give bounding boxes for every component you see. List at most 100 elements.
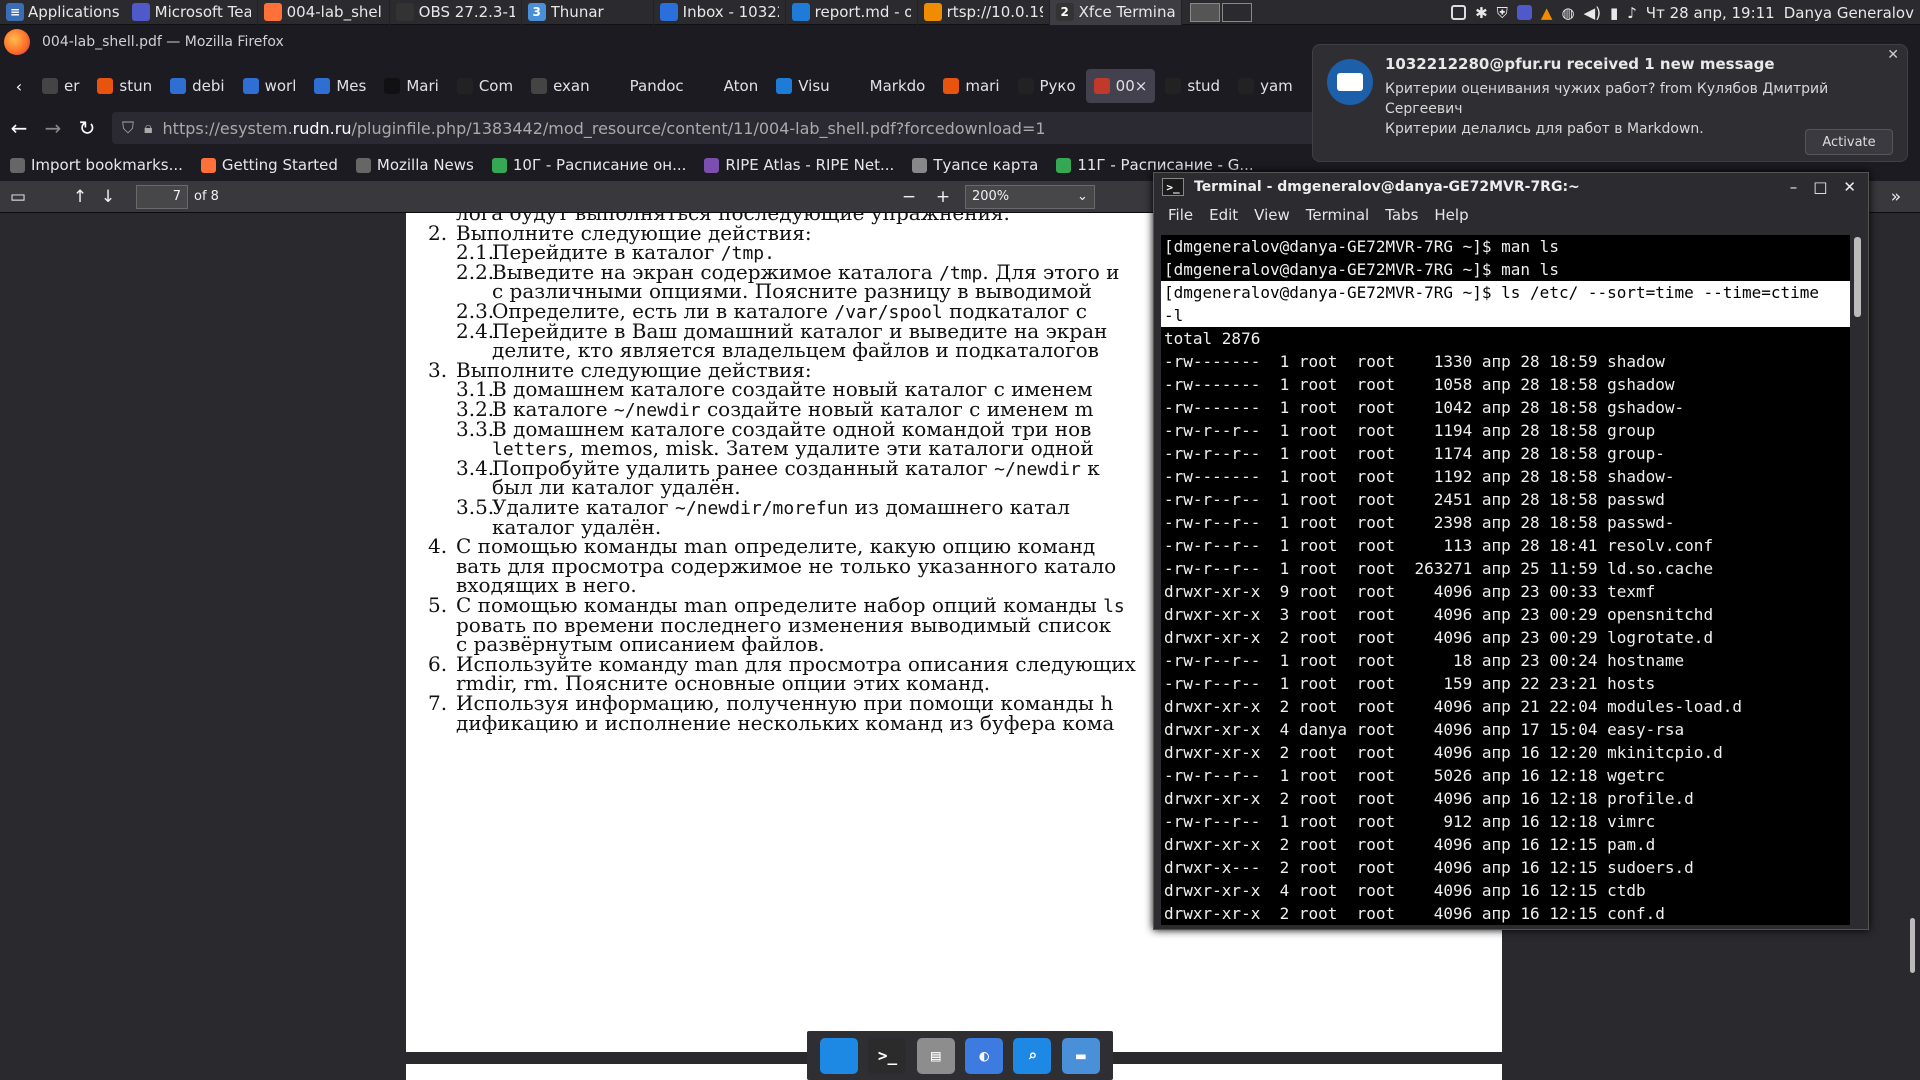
terminal-line: -rw-r--r-- 1 root root 1174 апр 28 18:58… xyxy=(1164,444,1665,463)
terminal-titlebar[interactable]: >_ Terminal - dmgeneralov@danya-GE72MVR-… xyxy=(1154,173,1868,201)
zoom-in-icon[interactable]: + xyxy=(929,183,957,211)
browser-tab[interactable]: Visu xyxy=(768,69,837,103)
minimize-icon[interactable]: – xyxy=(1790,178,1798,196)
applications-menu[interactable]: ≡ Applications xyxy=(0,0,126,25)
terminal-icon: >_ xyxy=(1162,178,1184,196)
browser-tab[interactable]: er xyxy=(34,69,87,103)
browser-tab[interactable]: stun xyxy=(89,69,160,103)
browser-tab[interactable]: stud xyxy=(1157,69,1228,103)
taskbar-item[interactable]: 2 Xfce Terminal xyxy=(1049,0,1182,25)
browser-tab[interactable]: Aton xyxy=(694,69,767,103)
volume-icon[interactable]: ◀) xyxy=(1584,4,1601,22)
bookmark-favicon-icon xyxy=(912,157,928,173)
terminal-scrollbar[interactable] xyxy=(1854,237,1861,317)
browser-tab[interactable]: exan xyxy=(523,69,598,103)
browser-tab[interactable]: Mes xyxy=(306,69,374,103)
page-number-input[interactable]: 7 xyxy=(136,184,188,209)
taskbar-item[interactable]: Microsoft Tea... xyxy=(126,0,258,25)
bluetooth-icon[interactable]: ✱ xyxy=(1475,4,1488,22)
browser-tab[interactable]: debi xyxy=(162,69,232,103)
next-page-icon[interactable]: ↓ xyxy=(94,183,122,211)
browser-tab[interactable]: Руко xyxy=(1010,69,1084,103)
bookmark-item[interactable]: Import bookmarks... xyxy=(10,156,183,174)
browser-tab[interactable]: worl xyxy=(235,69,305,103)
browser-tab[interactable]: yam xyxy=(1230,69,1301,103)
reload-button[interactable]: ↻ xyxy=(72,113,102,143)
workspace-1[interactable] xyxy=(1189,2,1220,22)
applications-label: Applications xyxy=(28,3,120,21)
shield-icon[interactable]: ⛨ xyxy=(1497,4,1508,22)
bookmark-label: Mozilla News xyxy=(376,156,474,174)
terminal-menu-item[interactable]: Help xyxy=(1434,206,1468,224)
search-icon[interactable]: ⌕ xyxy=(1013,1037,1052,1074)
browser-tab[interactable]: mari xyxy=(935,69,1007,103)
terminal-menu-item[interactable]: Tabs xyxy=(1385,206,1418,224)
browser-tab[interactable]: Com xyxy=(449,69,521,103)
notification-close-icon[interactable]: ✕ xyxy=(1887,47,1899,63)
tab-label: Aton xyxy=(723,77,759,95)
terminal-line: drwxr-x--- 2 root root 4096 апр 16 12:15… xyxy=(1164,858,1694,877)
terminal-menu-item[interactable]: Edit xyxy=(1209,206,1238,224)
close-icon[interactable]: ✕ xyxy=(1843,178,1856,196)
tab-favicon-icon xyxy=(776,78,793,94)
maximize-icon[interactable]: □ xyxy=(1813,178,1827,196)
terminal-output[interactable]: [dmgeneralov@danya-GE72MVR-7RG ~]$ man l… xyxy=(1161,235,1850,925)
mail-notification[interactable]: 1032212280@pfur.ru received 1 new messag… xyxy=(1312,44,1908,162)
bookmark-item[interactable]: Туапсе карта xyxy=(912,156,1038,174)
taskbar-item[interactable]: OBS 27.2.3-1 (... xyxy=(390,0,522,25)
bookmark-item[interactable]: Mozilla News xyxy=(355,156,474,174)
taskbar-item[interactable]: Inbox - 10322... xyxy=(654,0,786,25)
user-name[interactable]: Danya Generalov xyxy=(1784,4,1914,22)
browser-icon[interactable]: ◐ xyxy=(965,1037,1004,1074)
workspace-switcher[interactable] xyxy=(1189,2,1252,22)
taskbar-item[interactable]: rtsp://10.0.19... xyxy=(918,0,1050,25)
bookmark-item[interactable]: 10Г - Расписание он... xyxy=(491,156,686,174)
screen-icon[interactable] xyxy=(1451,5,1467,20)
browser-tab[interactable]: Pandoc xyxy=(600,69,692,103)
activate-button[interactable]: Activate xyxy=(1805,129,1893,155)
browser-tab[interactable]: 00× xyxy=(1085,69,1156,103)
lock-icon[interactable]: 🔒︎ xyxy=(144,118,153,138)
tab-label: stud xyxy=(1187,77,1221,95)
browser-tab[interactable]: Mari xyxy=(376,69,446,103)
tracking-shield-icon[interactable]: ⛉ xyxy=(122,118,134,138)
network-icon[interactable]: ◍ xyxy=(1561,4,1574,22)
url-bar[interactable]: ⛉ 🔒︎ https://esystem.rudn.ru/pluginfile.… xyxy=(112,112,1412,144)
terminal-menu-item[interactable]: File xyxy=(1168,206,1193,224)
teams-tray-icon[interactable] xyxy=(1516,5,1532,20)
taskbar-item[interactable]: report.md - o... xyxy=(786,0,918,25)
zoom-out-icon[interactable]: − xyxy=(895,183,923,211)
browser-tab[interactable]: Markdo xyxy=(840,69,934,103)
firefox-logo-icon xyxy=(4,29,30,55)
folder-icon[interactable]: ▬ xyxy=(1061,1037,1100,1074)
tab-label: exan xyxy=(553,77,590,95)
task-app-icon xyxy=(263,3,282,21)
tools-overflow-icon[interactable]: » xyxy=(1882,183,1910,211)
sidebar-toggle-icon[interactable]: ▭ xyxy=(4,183,32,211)
terminal-menu-item[interactable]: View xyxy=(1254,206,1290,224)
vlc-tray-icon[interactable]: ▲ xyxy=(1541,4,1553,22)
pdf-scrollbar[interactable] xyxy=(1910,918,1915,973)
tab-scroll-left-icon[interactable]: ‹ xyxy=(4,71,34,101)
battery-icon[interactable]: ▮ xyxy=(1610,4,1618,22)
bookmark-item[interactable]: Getting Started xyxy=(200,156,338,174)
terminal-line: drwxr-xr-x 2 root root 4096 апр 21 22:04… xyxy=(1164,697,1742,716)
zoom-value: 200% xyxy=(971,189,1010,204)
desktop-icon[interactable] xyxy=(820,1037,859,1074)
taskbar-item[interactable]: 3 Thunar xyxy=(522,0,654,25)
previous-page-icon[interactable]: ↑ xyxy=(66,183,94,211)
back-button[interactable]: ← xyxy=(4,113,34,143)
terminal-menu-item[interactable]: Terminal xyxy=(1306,206,1369,224)
forward-button[interactable]: → xyxy=(38,113,68,143)
tab-label: stun xyxy=(119,77,153,95)
window-title: 004-lab_shell.pdf — Mozilla Firefox xyxy=(42,34,284,50)
notification-bell-icon[interactable]: ♪ xyxy=(1627,4,1637,22)
bookmark-item[interactable]: RIPE Atlas - RIPE Net... xyxy=(704,156,894,174)
clock[interactable]: Чт 28 апр, 19:11 xyxy=(1646,4,1775,22)
terminal-icon[interactable]: >_ xyxy=(868,1037,907,1074)
zoom-select[interactable]: 200% ⌄ xyxy=(964,184,1095,209)
files-icon[interactable]: ▤ xyxy=(916,1037,955,1074)
workspace-2[interactable] xyxy=(1221,2,1252,22)
terminal-window[interactable]: >_ Terminal - dmgeneralov@danya-GE72MVR-… xyxy=(1153,172,1869,930)
taskbar-item[interactable]: 004-lab_shell.... xyxy=(258,0,390,25)
